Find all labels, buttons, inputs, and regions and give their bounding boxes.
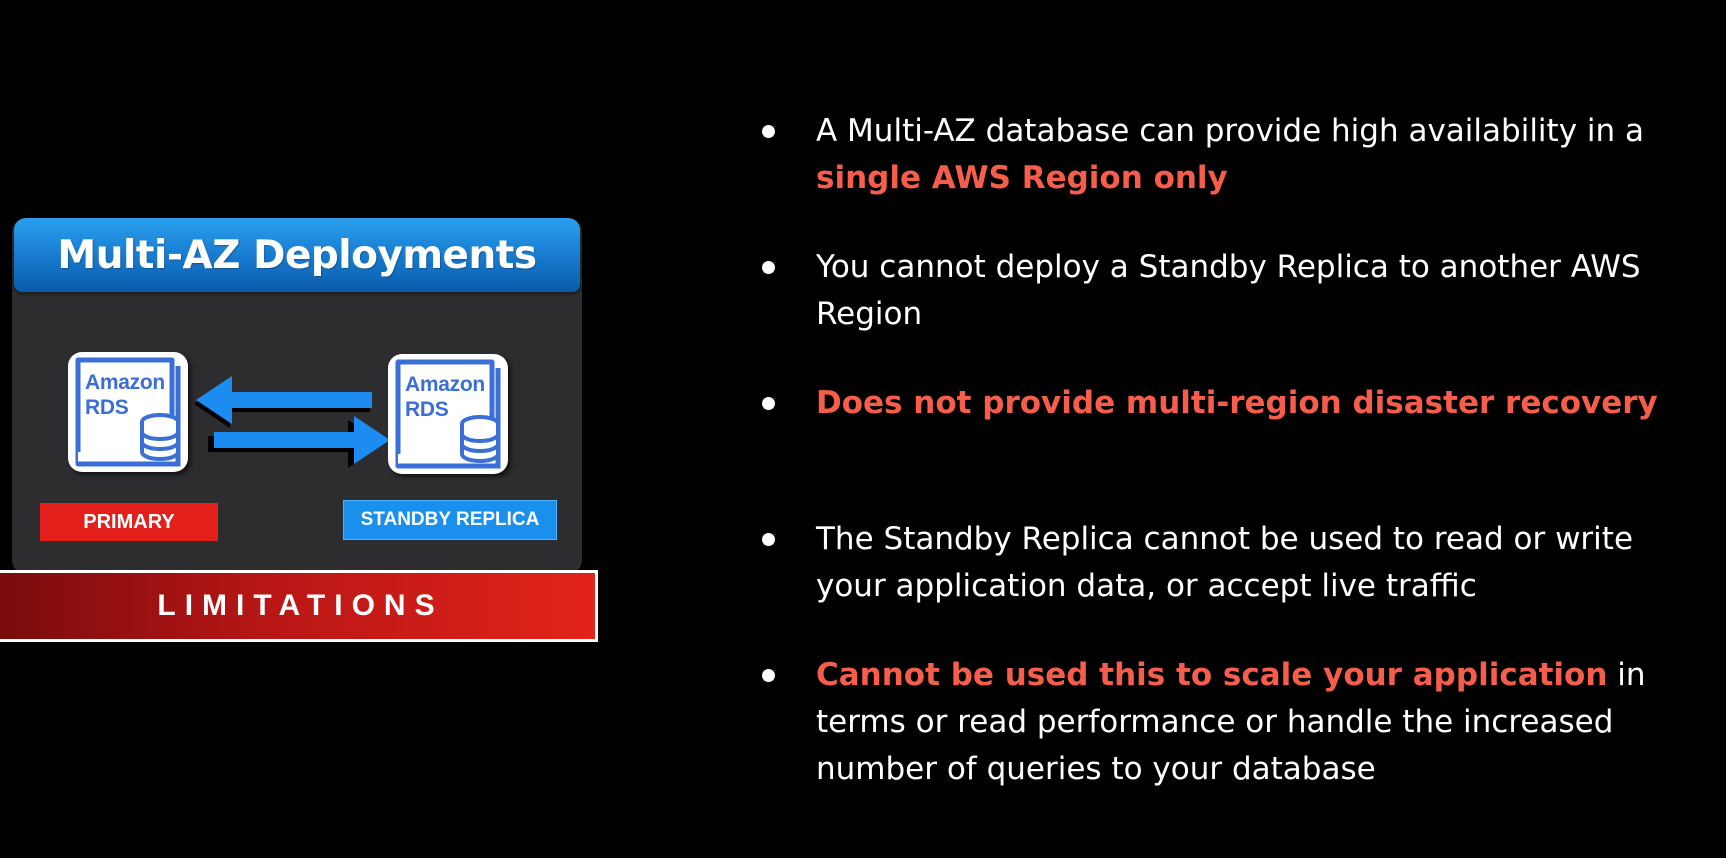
bullet-dot [762, 669, 775, 682]
standby-logo-line1: Amazon [405, 373, 485, 396]
bullet-text: A Multi-AZ database can provide high ava… [816, 113, 1645, 149]
bullet-dot [762, 261, 775, 274]
multi-az-diagram-card: Multi-AZ Deployments Amazon RDS Amazon R… [12, 218, 582, 574]
standby-replica-label: STANDBY REPLICA [343, 500, 557, 540]
standby-logo-line2: RDS [405, 398, 449, 421]
primary-rds-icon: Amazon RDS [68, 352, 188, 472]
bullet-text: The Standby Replica cannot be used to re… [816, 521, 1634, 604]
bullet-dot [762, 125, 775, 138]
standby-rds-icon: Amazon RDS [388, 354, 508, 474]
replication-arrows-icon [194, 376, 390, 468]
bullet-highlight: Cannot be used this to scale your applic… [816, 657, 1608, 693]
card-title: Multi-AZ Deployments [57, 232, 537, 278]
primary-logo-line1: Amazon [85, 371, 165, 394]
primary-label: PRIMARY [40, 503, 218, 541]
bullet-dot [762, 533, 775, 546]
limitations-text: LIMITATIONS [157, 589, 444, 622]
card-header: Multi-AZ Deployments [14, 218, 580, 292]
limitations-list: A Multi-AZ database can provide high ava… [758, 0, 1698, 858]
primary-logo-line2: RDS [85, 396, 129, 419]
limitations-banner: LIMITATIONS [0, 570, 598, 642]
bullet-highlight: Does not provide multi-region disaster r… [816, 385, 1658, 421]
bullet-highlight: single AWS Region only [816, 160, 1228, 196]
bullet-dot [762, 397, 775, 410]
bullet-text: You cannot deploy a Standby Replica to a… [816, 249, 1641, 332]
